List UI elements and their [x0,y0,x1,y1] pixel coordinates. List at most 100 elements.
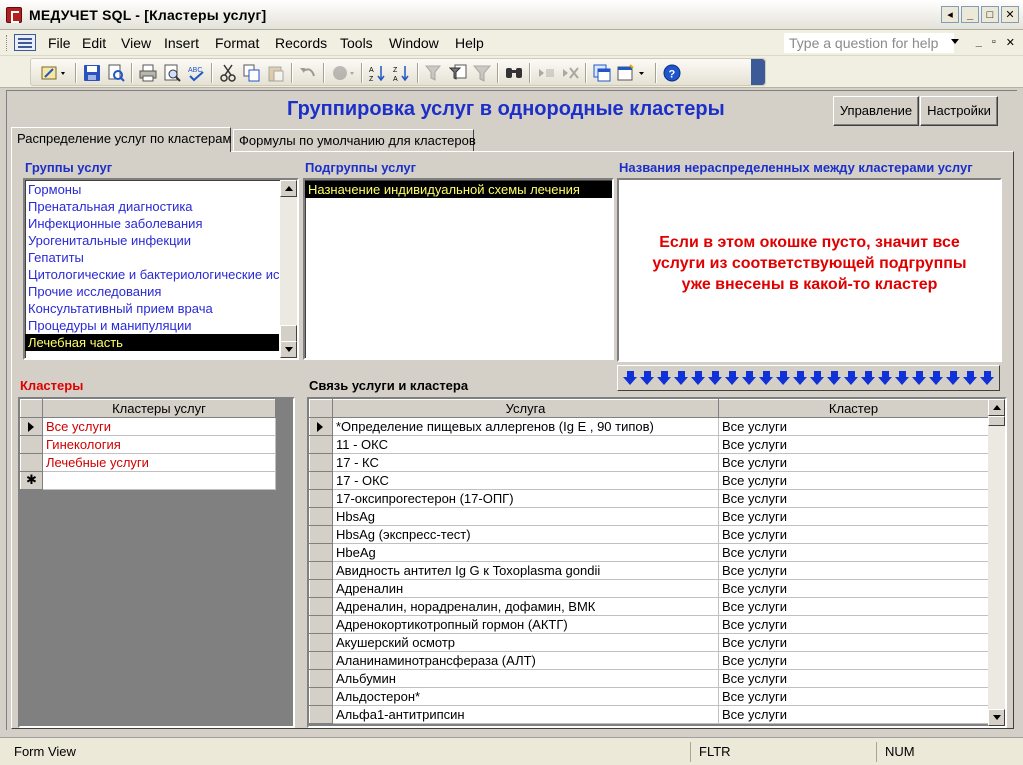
cluster-cell[interactable]: Все услуги [718,633,989,652]
row-selector[interactable] [309,543,333,562]
row-selector[interactable] [309,615,333,634]
row-selector[interactable] [309,705,333,724]
menu-records[interactable]: Records [275,35,327,51]
print-icon[interactable] [139,64,157,82]
cut-icon[interactable] [219,64,237,82]
tab-distribution[interactable]: Распределение услуг по кластерам [11,127,231,152]
cluster-cell[interactable]: Все услуги [718,669,989,688]
app-icon[interactable] [6,7,22,23]
row-selector-current-icon[interactable] [309,417,333,436]
column-header-service[interactable]: Услуга [332,399,719,418]
settings-button[interactable]: Настройки [920,96,998,126]
mdi-minimize-button[interactable]: _ [976,36,982,49]
service-cell[interactable]: HbeAg [332,543,719,562]
mdi-restore-button[interactable]: ▫ [992,36,996,49]
scroll-up-button[interactable] [280,180,297,197]
service-cell[interactable]: Альбумин [332,669,719,688]
cluster-cell[interactable]: Все услуги [42,417,276,436]
menu-window[interactable]: Window [389,35,439,51]
scroll-thumb[interactable] [280,325,297,342]
help-icon[interactable]: ? [663,64,681,82]
menu-file[interactable]: File [48,35,71,51]
undo-icon[interactable] [299,64,317,82]
table-row[interactable]: Гинекология [20,435,276,454]
table-row[interactable]: Все услуги [20,417,276,436]
cluster-cell[interactable]: Все услуги [718,561,989,580]
table-row[interactable]: 17 - ОКС Все услуги [309,471,989,490]
spelling-icon[interactable]: ABC [187,64,205,82]
row-selector-current-icon[interactable] [20,417,43,436]
row-selector[interactable] [309,435,333,454]
services-scrollbar[interactable] [988,399,1005,726]
service-cell[interactable]: Адреналин, норадреналин, дофамин, ВМК [332,597,719,616]
table-row[interactable]: 17 - КС Все услуги [309,453,989,472]
row-selector[interactable] [20,453,43,472]
cluster-cell[interactable]: Все услуги [718,453,989,472]
list-item[interactable]: Инфекционные заболевания [25,215,279,232]
maximize-button[interactable]: □ [981,6,999,23]
grid-corner[interactable] [309,399,333,418]
service-cell[interactable]: HbsAg (экспресс-тест) [332,525,719,544]
service-cell[interactable]: 11 - ОКС [332,435,719,454]
filter-by-form-icon[interactable] [449,64,467,82]
row-selector[interactable] [309,651,333,670]
help-question-input[interactable]: Type a question for help [784,33,954,53]
cluster-cell[interactable]: Все услуги [718,651,989,670]
scroll-thumb[interactable] [988,416,1005,426]
table-row[interactable]: Акушерский осмотр Все услуги [309,633,989,652]
row-selector[interactable] [309,597,333,616]
list-item[interactable]: Назначение индивидуальной схемы лечения [305,181,612,198]
minimize-button[interactable]: _ [961,6,979,23]
table-row[interactable]: Альбумин Все услуги [309,669,989,688]
table-row[interactable]: Адреналин Все услуги [309,579,989,598]
list-item[interactable]: Гепатиты [25,249,279,266]
table-row[interactable]: HbsAg Все услуги [309,507,989,526]
find-icon[interactable] [505,64,523,82]
toolbar-options-handle[interactable] [751,59,765,85]
row-selector[interactable] [309,507,333,526]
service-cell[interactable]: Аланинаминотрансфераза (АЛТ) [332,651,719,670]
service-cell[interactable]: 17-оксипрогестерон (17-ОПГ) [332,489,719,508]
new-record-icon[interactable] [20,471,43,490]
new-record-icon[interactable] [537,64,555,82]
cluster-cell[interactable]: Все услуги [718,507,989,526]
menu-help[interactable]: Help [455,35,484,51]
list-item[interactable]: Урогенитальные инфекции [25,232,279,249]
service-cell[interactable]: HbsAg [332,507,719,526]
cluster-cell[interactable]: Все услуги [718,525,989,544]
column-header-cluster[interactable]: Кластер [718,399,989,418]
form-icon[interactable] [14,34,36,51]
list-item[interactable]: Процедуры и манипуляции [25,317,279,334]
row-selector[interactable] [20,435,43,454]
table-row[interactable]: Альфа1-антитрипсин Все услуги [309,705,989,724]
menu-format[interactable]: Format [215,35,259,51]
row-selector[interactable] [309,489,333,508]
table-row[interactable]: 11 - ОКС Все услуги [309,435,989,454]
cluster-cell[interactable]: Все услуги [718,705,989,724]
delete-record-icon[interactable] [561,64,579,82]
cluster-cell-new[interactable] [42,471,276,490]
scroll-down-button[interactable] [280,341,297,358]
close-button[interactable]: ✕ [1001,6,1019,23]
column-header-clusters[interactable]: Кластеры услуг [42,399,276,418]
table-row[interactable]: Аланинаминотрансфераза (АЛТ) Все услуги [309,651,989,670]
row-selector[interactable] [309,525,333,544]
table-row[interactable]: Авидность антител Ig G к Toxoplasma gond… [309,561,989,580]
list-item[interactable]: Гормоны [25,181,279,198]
print-preview-icon[interactable] [163,64,181,82]
menu-view[interactable]: View [121,35,151,51]
service-cell[interactable]: *Определение пищевых аллергенов (Ig E , … [332,417,719,436]
cluster-cell[interactable]: Гинекология [42,435,276,454]
table-row[interactable]: Альдостерон* Все услуги [309,687,989,706]
cluster-cell[interactable]: Все услуги [718,489,989,508]
grip-handle[interactable] [6,35,9,51]
cluster-cell[interactable]: Лечебные услуги [42,453,276,472]
copy-icon[interactable] [243,64,261,82]
row-selector[interactable] [309,579,333,598]
scroll-up-button[interactable] [988,399,1005,416]
help-dropdown-arrow-icon[interactable] [951,39,959,44]
sort-descending-icon[interactable]: ZA [393,64,411,82]
mdi-close-button[interactable]: ✕ [1006,36,1015,49]
groups-listbox[interactable]: Гормоны Пренатальная диагностика Инфекцион… [23,178,299,360]
service-cell[interactable]: 17 - ОКС [332,471,719,490]
